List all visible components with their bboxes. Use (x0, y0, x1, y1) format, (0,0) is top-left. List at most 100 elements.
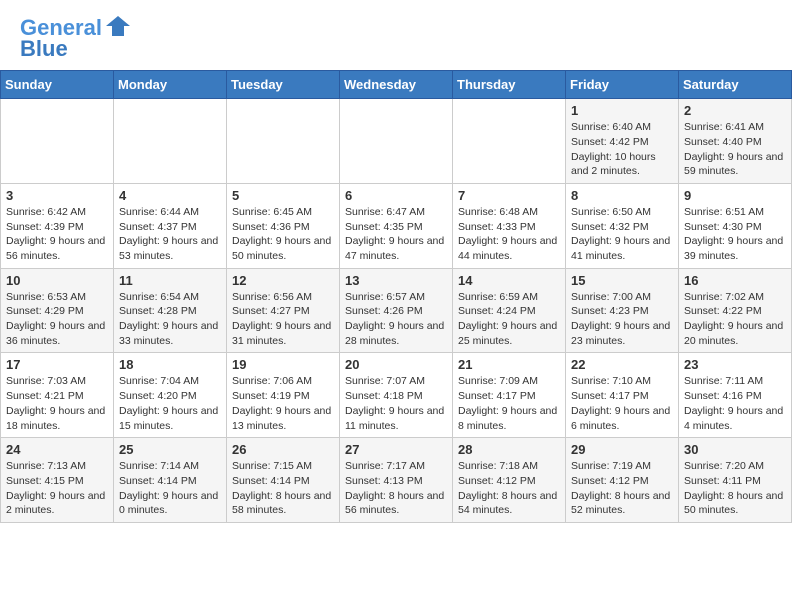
calendar-day-21: 21 Sunrise: 7:09 AM Sunset: 4:17 PM Dayli… (453, 353, 566, 438)
day-number: 14 (458, 273, 560, 288)
day-info: Sunrise: 6:42 AM Sunset: 4:39 PM Dayligh… (6, 205, 108, 264)
day-number: 8 (571, 188, 673, 203)
calendar-empty (340, 99, 453, 184)
logo: General Blue (20, 16, 132, 62)
day-number: 11 (119, 273, 221, 288)
day-info: Sunrise: 6:50 AM Sunset: 4:32 PM Dayligh… (571, 205, 673, 264)
calendar-day-13: 13 Sunrise: 6:57 AM Sunset: 4:26 PM Dayli… (340, 268, 453, 353)
day-number: 5 (232, 188, 334, 203)
day-info: Sunrise: 6:40 AM Sunset: 4:42 PM Dayligh… (571, 120, 673, 179)
day-number: 17 (6, 357, 108, 372)
day-number: 7 (458, 188, 560, 203)
calendar-day-29: 29 Sunrise: 7:19 AM Sunset: 4:12 PM Dayli… (566, 438, 679, 523)
day-info: Sunrise: 6:44 AM Sunset: 4:37 PM Dayligh… (119, 205, 221, 264)
day-info: Sunrise: 7:11 AM Sunset: 4:16 PM Dayligh… (684, 374, 786, 433)
day-number: 30 (684, 442, 786, 457)
weekday-header-tuesday: Tuesday (227, 71, 340, 99)
calendar-day-4: 4 Sunrise: 6:44 AM Sunset: 4:37 PM Daylig… (114, 183, 227, 268)
calendar-empty (227, 99, 340, 184)
calendar-empty (1, 99, 114, 184)
day-number: 26 (232, 442, 334, 457)
day-number: 28 (458, 442, 560, 457)
day-info: Sunrise: 7:15 AM Sunset: 4:14 PM Dayligh… (232, 459, 334, 518)
day-info: Sunrise: 6:48 AM Sunset: 4:33 PM Dayligh… (458, 205, 560, 264)
calendar-day-27: 27 Sunrise: 7:17 AM Sunset: 4:13 PM Dayli… (340, 438, 453, 523)
day-number: 10 (6, 273, 108, 288)
day-number: 18 (119, 357, 221, 372)
day-number: 3 (6, 188, 108, 203)
day-number: 12 (232, 273, 334, 288)
calendar-day-10: 10 Sunrise: 6:53 AM Sunset: 4:29 PM Dayli… (1, 268, 114, 353)
weekday-header-saturday: Saturday (679, 71, 792, 99)
day-info: Sunrise: 7:19 AM Sunset: 4:12 PM Dayligh… (571, 459, 673, 518)
day-number: 13 (345, 273, 447, 288)
day-info: Sunrise: 6:51 AM Sunset: 4:30 PM Dayligh… (684, 205, 786, 264)
day-number: 4 (119, 188, 221, 203)
day-info: Sunrise: 7:02 AM Sunset: 4:22 PM Dayligh… (684, 290, 786, 349)
day-info: Sunrise: 7:07 AM Sunset: 4:18 PM Dayligh… (345, 374, 447, 433)
day-info: Sunrise: 6:53 AM Sunset: 4:29 PM Dayligh… (6, 290, 108, 349)
day-number: 20 (345, 357, 447, 372)
page-header: General Blue (0, 0, 792, 70)
day-info: Sunrise: 6:57 AM Sunset: 4:26 PM Dayligh… (345, 290, 447, 349)
day-number: 9 (684, 188, 786, 203)
weekday-header-wednesday: Wednesday (340, 71, 453, 99)
calendar-day-17: 17 Sunrise: 7:03 AM Sunset: 4:21 PM Dayli… (1, 353, 114, 438)
calendar-day-2: 2 Sunrise: 6:41 AM Sunset: 4:40 PM Daylig… (679, 99, 792, 184)
calendar-empty (453, 99, 566, 184)
day-number: 21 (458, 357, 560, 372)
day-info: Sunrise: 7:00 AM Sunset: 4:23 PM Dayligh… (571, 290, 673, 349)
day-number: 16 (684, 273, 786, 288)
calendar-empty (114, 99, 227, 184)
calendar-day-6: 6 Sunrise: 6:47 AM Sunset: 4:35 PM Daylig… (340, 183, 453, 268)
calendar-day-16: 16 Sunrise: 7:02 AM Sunset: 4:22 PM Dayli… (679, 268, 792, 353)
day-info: Sunrise: 7:14 AM Sunset: 4:14 PM Dayligh… (119, 459, 221, 518)
calendar-day-24: 24Sunrise: 7:13 AM Sunset: 4:15 PM Dayli… (1, 438, 114, 523)
day-number: 6 (345, 188, 447, 203)
day-info: Sunrise: 7:04 AM Sunset: 4:20 PM Dayligh… (119, 374, 221, 433)
day-number: 1 (571, 103, 673, 118)
calendar-day-11: 11 Sunrise: 6:54 AM Sunset: 4:28 PM Dayli… (114, 268, 227, 353)
calendar-day-25: 25 Sunrise: 7:14 AM Sunset: 4:14 PM Dayli… (114, 438, 227, 523)
calendar-day-20: 20 Sunrise: 7:07 AM Sunset: 4:18 PM Dayli… (340, 353, 453, 438)
weekday-header-friday: Friday (566, 71, 679, 99)
day-info: Sunrise: 7:06 AM Sunset: 4:19 PM Dayligh… (232, 374, 334, 433)
day-info: Sunrise: 7:13 AM Sunset: 4:15 PM Dayligh… (6, 459, 108, 518)
calendar-day-12: 12 Sunrise: 6:56 AM Sunset: 4:27 PM Dayli… (227, 268, 340, 353)
calendar-day-14: 14 Sunrise: 6:59 AM Sunset: 4:24 PM Dayli… (453, 268, 566, 353)
calendar-day-26: 26 Sunrise: 7:15 AM Sunset: 4:14 PM Dayli… (227, 438, 340, 523)
day-info: Sunrise: 6:56 AM Sunset: 4:27 PM Dayligh… (232, 290, 334, 349)
calendar-day-5: 5 Sunrise: 6:45 AM Sunset: 4:36 PM Daylig… (227, 183, 340, 268)
day-number: 25 (119, 442, 221, 457)
calendar-table: SundayMondayTuesdayWednesdayThursdayFrid… (0, 70, 792, 523)
day-number: 2 (684, 103, 786, 118)
calendar-day-9: 9 Sunrise: 6:51 AM Sunset: 4:30 PM Daylig… (679, 183, 792, 268)
day-info: Sunrise: 6:41 AM Sunset: 4:40 PM Dayligh… (684, 120, 786, 179)
day-number: 19 (232, 357, 334, 372)
day-number: 23 (684, 357, 786, 372)
weekday-header-monday: Monday (114, 71, 227, 99)
day-info: Sunrise: 7:09 AM Sunset: 4:17 PM Dayligh… (458, 374, 560, 433)
day-info: Sunrise: 7:18 AM Sunset: 4:12 PM Dayligh… (458, 459, 560, 518)
day-number: 29 (571, 442, 673, 457)
day-info: Sunrise: 7:20 AM Sunset: 4:11 PM Dayligh… (684, 459, 786, 518)
calendar-day-1: 1 Sunrise: 6:40 AM Sunset: 4:42 PM Daylig… (566, 99, 679, 184)
day-number: 27 (345, 442, 447, 457)
logo-icon (104, 12, 132, 40)
calendar-day-18: 18 Sunrise: 7:04 AM Sunset: 4:20 PM Dayli… (114, 353, 227, 438)
day-info: Sunrise: 6:59 AM Sunset: 4:24 PM Dayligh… (458, 290, 560, 349)
calendar-day-19: 19 Sunrise: 7:06 AM Sunset: 4:19 PM Dayli… (227, 353, 340, 438)
day-info: Sunrise: 7:03 AM Sunset: 4:21 PM Dayligh… (6, 374, 108, 433)
day-info: Sunrise: 6:47 AM Sunset: 4:35 PM Dayligh… (345, 205, 447, 264)
weekday-header-sunday: Sunday (1, 71, 114, 99)
weekday-header-thursday: Thursday (453, 71, 566, 99)
calendar-day-3: 3 Sunrise: 6:42 AM Sunset: 4:39 PM Daylig… (1, 183, 114, 268)
calendar-day-23: 23 Sunrise: 7:11 AM Sunset: 4:16 PM Dayli… (679, 353, 792, 438)
day-info: Sunrise: 6:54 AM Sunset: 4:28 PM Dayligh… (119, 290, 221, 349)
day-info: Sunrise: 6:45 AM Sunset: 4:36 PM Dayligh… (232, 205, 334, 264)
calendar-day-22: 22Sunrise: 7:10 AM Sunset: 4:17 PM Dayli… (566, 353, 679, 438)
calendar-day-7: 7 Sunrise: 6:48 AM Sunset: 4:33 PM Daylig… (453, 183, 566, 268)
day-info: Sunrise: 7:17 AM Sunset: 4:13 PM Dayligh… (345, 459, 447, 518)
calendar-day-15: 15Sunrise: 7:00 AM Sunset: 4:23 PM Dayli… (566, 268, 679, 353)
calendar-day-30: 30 Sunrise: 7:20 AM Sunset: 4:11 PM Dayli… (679, 438, 792, 523)
